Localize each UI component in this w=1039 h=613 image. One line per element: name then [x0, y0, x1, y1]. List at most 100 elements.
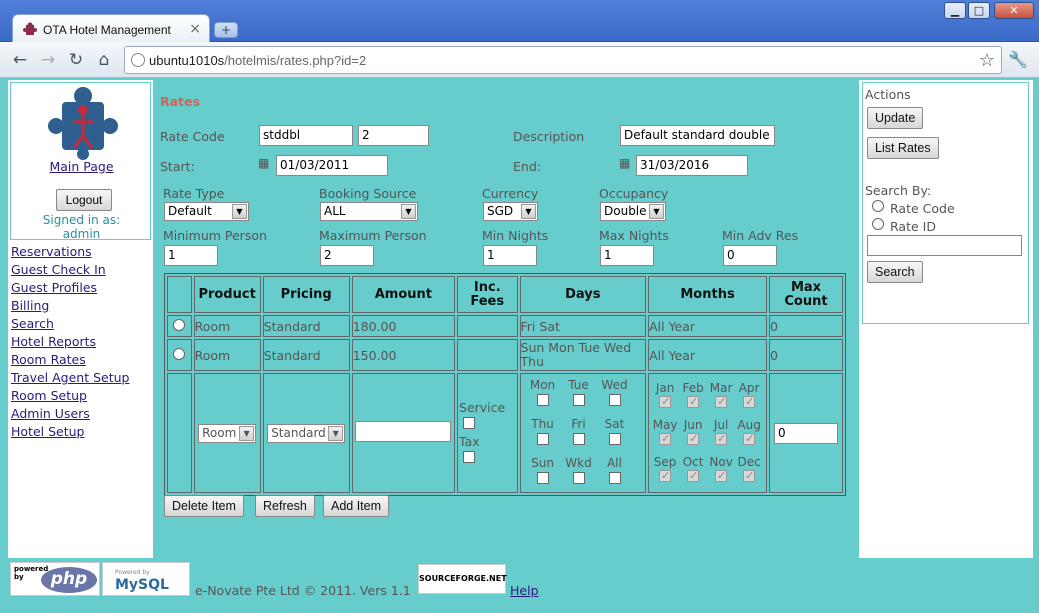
browser-tab[interactable]: OTA Hotel Management ×: [12, 14, 210, 44]
min-nights-input[interactable]: 1: [483, 245, 537, 266]
nav-travel-agent-setup[interactable]: Travel Agent Setup: [11, 369, 130, 387]
day-checkbox-wkd[interactable]: [572, 472, 585, 484]
start-calendar-icon[interactable]: ▦: [258, 156, 272, 170]
page-title: Rates: [160, 94, 200, 109]
month-checkbox-feb[interactable]: [687, 394, 700, 409]
rate-code-input[interactable]: stddbl: [259, 125, 353, 146]
service-checkbox[interactable]: [463, 417, 476, 429]
nav-billing[interactable]: Billing: [11, 297, 130, 315]
left-sidebar: Main Page Logout Signed in as: admin Res…: [8, 80, 153, 558]
minimize-button[interactable]: ▁: [944, 2, 966, 19]
rate-id-option-label: Rate ID: [890, 219, 936, 234]
new-tab-button[interactable]: +: [214, 22, 238, 38]
nav-hotel-reports[interactable]: Hotel Reports: [11, 333, 130, 351]
page-info-icon[interactable]: [131, 53, 145, 67]
nav-room-rates[interactable]: Room Rates: [11, 351, 130, 369]
rate-code-radio[interactable]: [872, 200, 884, 212]
logout-button[interactable]: Logout: [56, 189, 112, 211]
day-checkbox-wed[interactable]: [608, 394, 621, 406]
bookmark-star-icon[interactable]: ☆: [979, 50, 995, 71]
help-link[interactable]: Help: [510, 583, 539, 598]
month-checkbox-may[interactable]: [659, 431, 672, 446]
nav-reservations[interactable]: Reservations: [11, 243, 130, 261]
month-checkbox-dec[interactable]: [743, 468, 756, 483]
add-item-button[interactable]: Add Item: [323, 495, 390, 517]
search-input[interactable]: [867, 235, 1022, 256]
occupancy-select[interactable]: Double ▼: [600, 202, 666, 221]
search-by-label: Search By:: [865, 183, 932, 198]
min-person-label: Minimum Person: [163, 228, 267, 243]
home-icon[interactable]: ⌂: [94, 50, 114, 70]
row-months: All Year: [648, 315, 767, 337]
update-button[interactable]: Update: [867, 107, 924, 129]
month-checkbox-jun[interactable]: [687, 431, 700, 446]
tax-checkbox[interactable]: [463, 451, 476, 463]
day-checkbox-thu[interactable]: [536, 433, 549, 445]
nav-room-setup[interactable]: Room Setup: [11, 387, 130, 405]
list-rates-button[interactable]: List Rates: [867, 137, 939, 159]
day-checkbox-tue[interactable]: [572, 394, 585, 406]
nav-admin-users[interactable]: Admin Users: [11, 405, 130, 423]
search-button[interactable]: Search: [867, 261, 923, 283]
nav-search[interactable]: Search: [11, 315, 130, 333]
maximize-button[interactable]: □: [968, 2, 990, 19]
days-checkbox-grid: Mon Tue Wed Thu Fri Sat Sun Wkd All: [521, 374, 646, 492]
rate-type-select[interactable]: Default ▼: [164, 202, 249, 221]
booking-source-select[interactable]: ALL ▼: [320, 202, 418, 221]
rate-id-input[interactable]: 2: [358, 125, 429, 146]
end-calendar-icon[interactable]: ▦: [619, 156, 633, 170]
new-amount-input[interactable]: [355, 421, 452, 442]
refresh-button[interactable]: Refresh: [255, 495, 315, 517]
day-checkbox-sun[interactable]: [536, 472, 549, 484]
start-date-input[interactable]: 01/03/2011: [276, 155, 388, 176]
currency-label: Currency: [482, 186, 539, 201]
chevron-down-icon: ▼: [649, 204, 664, 219]
url-text[interactable]: ubuntu1010s/hotelmis/rates.php?id=2: [149, 53, 366, 68]
new-max-count-input[interactable]: 0: [773, 422, 838, 444]
min-adv-res-input[interactable]: 0: [723, 245, 777, 266]
min-person-input[interactable]: 1: [164, 245, 218, 266]
row-max-count: 0: [768, 315, 843, 337]
row-days: Sun Mon Tue Wed Thu: [519, 339, 647, 371]
max-nights-input[interactable]: 1: [600, 245, 654, 266]
month-checkbox-jan[interactable]: [659, 394, 672, 409]
window-close-button[interactable]: ✕: [994, 2, 1034, 19]
day-checkbox-mon[interactable]: [536, 394, 549, 406]
month-checkbox-sep[interactable]: [659, 468, 672, 483]
wrench-menu-icon[interactable]: 🔧: [1008, 50, 1028, 69]
main-page-link[interactable]: Main Page: [11, 159, 152, 174]
month-checkbox-mar[interactable]: [715, 394, 728, 409]
currency-select[interactable]: SGD ▼: [483, 202, 538, 221]
month-checkbox-oct[interactable]: [687, 468, 700, 483]
row-pricing: Standard: [262, 315, 350, 337]
nav-guest-check-in[interactable]: Guest Check In: [11, 261, 130, 279]
month-checkbox-aug[interactable]: [743, 431, 756, 446]
header-inc-fees: Inc. Fees: [457, 276, 518, 313]
table-row[interactable]: Room Standard 150.00 Sun Mon Tue Wed Thu…: [167, 339, 843, 371]
address-bar[interactable]: ubuntu1010s/hotelmis/rates.php?id=2 ☆: [124, 46, 1002, 74]
end-label: End:: [513, 159, 541, 174]
chevron-down-icon: ▼: [328, 425, 344, 441]
new-product-select[interactable]: Room ▼: [198, 423, 257, 443]
nav-hotel-setup[interactable]: Hotel Setup: [11, 423, 130, 441]
month-checkbox-apr[interactable]: [743, 394, 756, 409]
forward-icon[interactable]: →: [38, 50, 58, 70]
back-icon[interactable]: ←: [10, 50, 30, 70]
reload-icon[interactable]: ↻: [66, 50, 86, 70]
new-pricing-select[interactable]: Standard ▼: [267, 423, 346, 443]
table-row[interactable]: Room Standard 180.00 Fri Sat All Year 0: [167, 315, 843, 337]
day-checkbox-sat[interactable]: [608, 433, 621, 445]
day-checkbox-fri[interactable]: [572, 433, 585, 445]
max-person-input[interactable]: 2: [320, 245, 374, 266]
day-checkbox-all[interactable]: [608, 472, 621, 484]
end-date-input[interactable]: 31/03/2016: [636, 155, 748, 176]
delete-item-button[interactable]: Delete Item: [164, 495, 244, 517]
tab-close-icon[interactable]: ×: [189, 21, 201, 37]
row-radio[interactable]: [167, 315, 192, 337]
row-radio[interactable]: [167, 339, 192, 371]
month-checkbox-nov[interactable]: [715, 468, 728, 483]
nav-guest-profiles[interactable]: Guest Profiles: [11, 279, 130, 297]
description-input[interactable]: Default standard double ro: [620, 125, 775, 146]
month-checkbox-jul[interactable]: [715, 431, 728, 446]
rate-id-radio[interactable]: [872, 218, 884, 230]
